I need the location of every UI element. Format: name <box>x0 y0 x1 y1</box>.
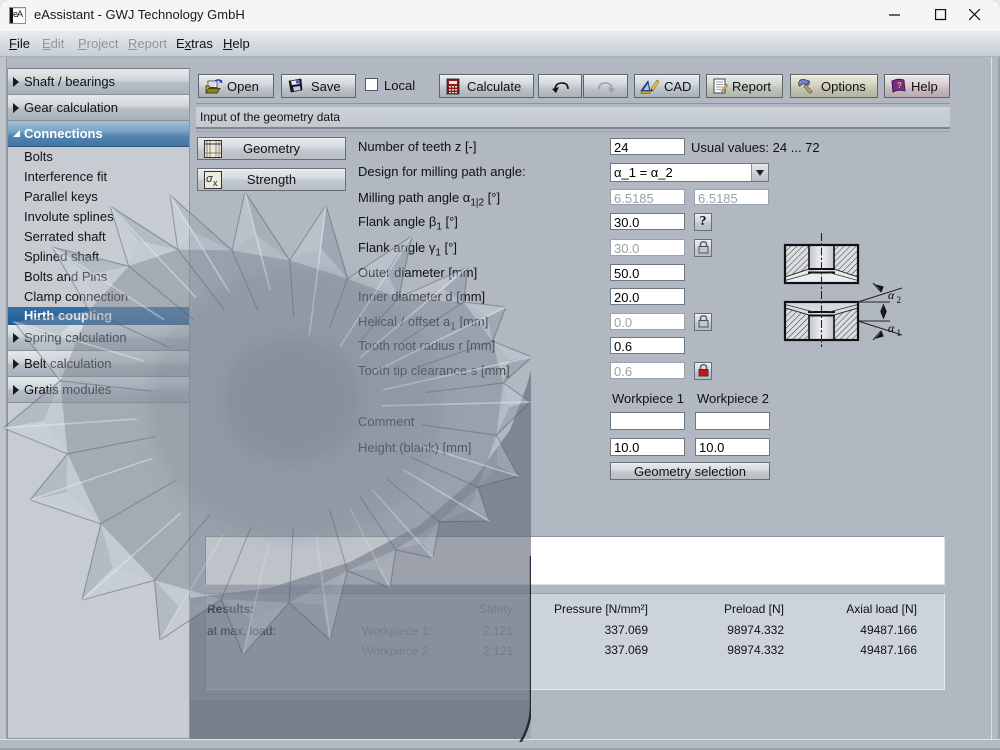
svg-text:x: x <box>213 178 218 188</box>
svg-text:α: α <box>888 321 895 335</box>
svg-text:α: α <box>888 288 895 302</box>
svg-text:1: 1 <box>897 328 902 338</box>
svg-text:σ: σ <box>206 173 213 185</box>
svg-text:?: ? <box>897 81 902 90</box>
svg-text:2: 2 <box>897 295 902 305</box>
